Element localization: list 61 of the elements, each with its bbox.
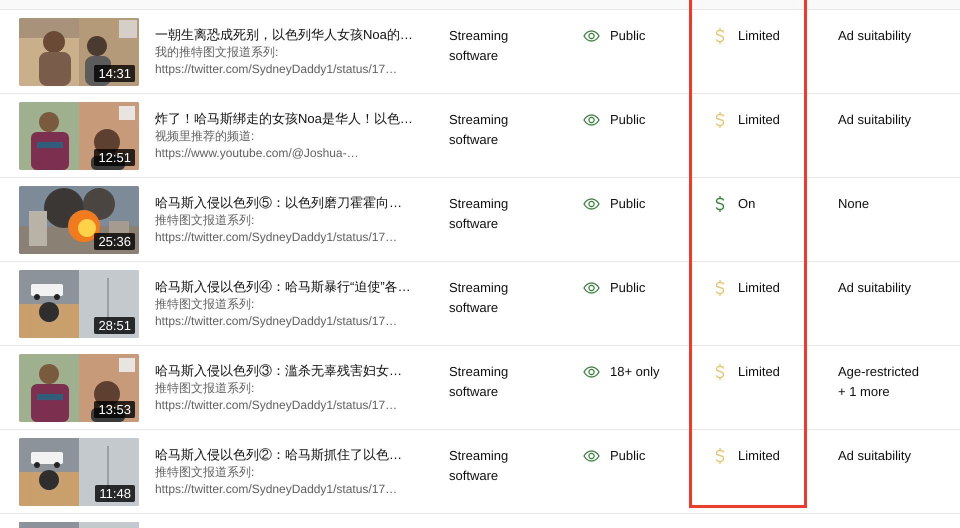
- category-text: Streaming: [449, 279, 510, 297]
- restriction-text: None: [838, 195, 870, 213]
- category-text: Streaming: [449, 27, 510, 45]
- video-description: https://twitter.com/SydneyDaddy1/status/17…: [155, 481, 398, 498]
- monetization-text: Limited: [738, 363, 780, 382]
- category-text: software: [449, 383, 500, 401]
- category-text: software: [449, 215, 500, 233]
- duration-badge: 14:31: [94, 65, 135, 82]
- monetization-text: Limited: [738, 447, 780, 466]
- eye-icon: [583, 282, 600, 294]
- monetization-text: Limited: [738, 27, 780, 46]
- duration-badge: 28:51: [94, 317, 135, 334]
- monetization-text: Limited: [738, 111, 780, 130]
- category-text: software: [449, 467, 500, 485]
- restriction-text: Ad suitability: [838, 447, 911, 465]
- duration-badge: 11:48: [95, 485, 135, 502]
- video-description: https://twitter.com/SydneyDaddy1/status/17…: [155, 229, 398, 246]
- video-description: 我的推特图文报道系列:: [155, 44, 280, 61]
- video-description: 推特图文报道系列:: [155, 464, 256, 481]
- restriction-text: Age-restricted: [838, 363, 919, 381]
- eye-icon: [583, 450, 600, 462]
- restriction-text: Ad suitability: [838, 111, 911, 129]
- visibility-text: 18+ only: [610, 363, 660, 382]
- video-description: 推特图文报道系列:: [155, 296, 256, 313]
- restriction-text: Ad suitability: [838, 279, 911, 297]
- video-title[interactable]: 哈马斯入侵以色列⑤：以色列磨刀霍霍向…: [155, 194, 449, 212]
- visibility-text: Public: [610, 27, 646, 46]
- visibility-text: Public: [610, 111, 646, 130]
- video-description: https://www.youtube.com/@Joshua-…: [155, 145, 360, 162]
- visibility-text: Public: [610, 195, 646, 214]
- monetization-text: On: [738, 195, 756, 214]
- category-text: Streaming: [449, 195, 510, 213]
- eye-icon: [583, 198, 600, 210]
- category-text: software: [449, 299, 500, 317]
- category-text: Streaming: [449, 363, 510, 381]
- video-description: 视频里推荐的频道:: [155, 128, 256, 145]
- category-text: software: [449, 47, 500, 65]
- category-text: Streaming: [449, 111, 510, 129]
- eye-icon: [583, 114, 600, 126]
- video-title[interactable]: 炸了！哈马斯绑走的女孩Noa是华人！以色…: [155, 110, 449, 128]
- video-title[interactable]: 哈马斯入侵以色列④：哈马斯暴行“迫使”各…: [155, 278, 449, 296]
- video-title[interactable]: 一朝生离恐成死别，以色列华人女孩Noa的…: [155, 26, 449, 44]
- video-description: https://twitter.com/SydneyDaddy1/status/17…: [155, 313, 398, 330]
- video-title[interactable]: 哈马斯入侵以色列②：哈马斯抓住了以色…: [155, 446, 449, 464]
- eye-icon: [583, 366, 600, 378]
- video-description: 推特图文报道系列:: [155, 212, 256, 229]
- video-description: https://twitter.com/SydneyDaddy1/status/17…: [155, 397, 398, 414]
- restriction-text: Ad suitability: [838, 27, 911, 45]
- eye-icon: [583, 30, 600, 42]
- restriction-text: + 1 more: [838, 383, 891, 401]
- video-title[interactable]: 哈马斯入侵以色列③：滥杀无辜残害妇女…: [155, 362, 449, 380]
- visibility-text: Public: [610, 279, 646, 298]
- video-description: 推特图文报道系列:: [155, 380, 256, 397]
- duration-badge: 12:51: [94, 149, 135, 166]
- category-text: software: [449, 131, 500, 149]
- category-text: Streaming: [449, 447, 510, 465]
- duration-badge: 13:53: [94, 401, 135, 418]
- duration-badge: 25:36: [94, 233, 135, 250]
- visibility-text: Public: [610, 447, 646, 466]
- monetization-text: Limited: [738, 279, 780, 298]
- video-description: https://twitter.com/SydneyDaddy1/status/17…: [155, 61, 398, 78]
